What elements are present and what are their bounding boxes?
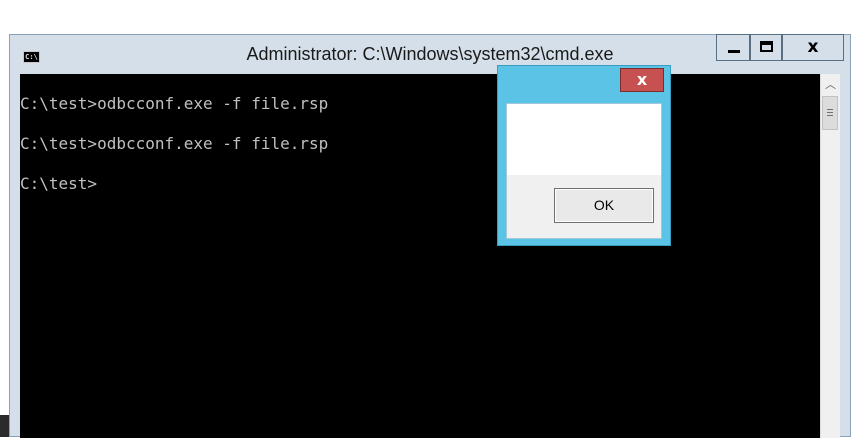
scrollbar-thumb[interactable]	[822, 96, 838, 130]
close-button[interactable]: x	[782, 34, 844, 61]
minimize-icon	[728, 50, 740, 53]
background-edge	[0, 415, 9, 437]
cmd-window: C:\ Administrator: C:\Windows\system32\c…	[9, 34, 851, 438]
minimize-button[interactable]	[716, 34, 750, 61]
vertical-scrollbar[interactable]: ︿	[820, 74, 840, 438]
ok-button[interactable]: OK	[554, 188, 654, 223]
console-prompt: C:\test>	[20, 174, 98, 193]
title-bar[interactable]: C:\ Administrator: C:\Windows\system32\c…	[10, 34, 850, 73]
dialog-close-button[interactable]: x	[620, 68, 664, 92]
dialog-content: OK	[506, 103, 662, 239]
maximize-icon	[760, 41, 773, 52]
scroll-up-icon[interactable]: ︿	[821, 74, 840, 94]
close-icon: x	[807, 37, 819, 57]
console-line: C:\test>odbcconf.exe -f file.rsp	[20, 134, 329, 153]
dialog-button-bar: OK	[507, 175, 661, 238]
maximize-button[interactable]	[750, 34, 782, 61]
message-box-dialog: x OK	[497, 65, 671, 246]
console-line: C:\test>odbcconf.exe -f file.rsp	[20, 94, 329, 113]
console-output[interactable]: C:\test>odbcconf.exe -f file.rsp C:\test…	[20, 74, 820, 438]
